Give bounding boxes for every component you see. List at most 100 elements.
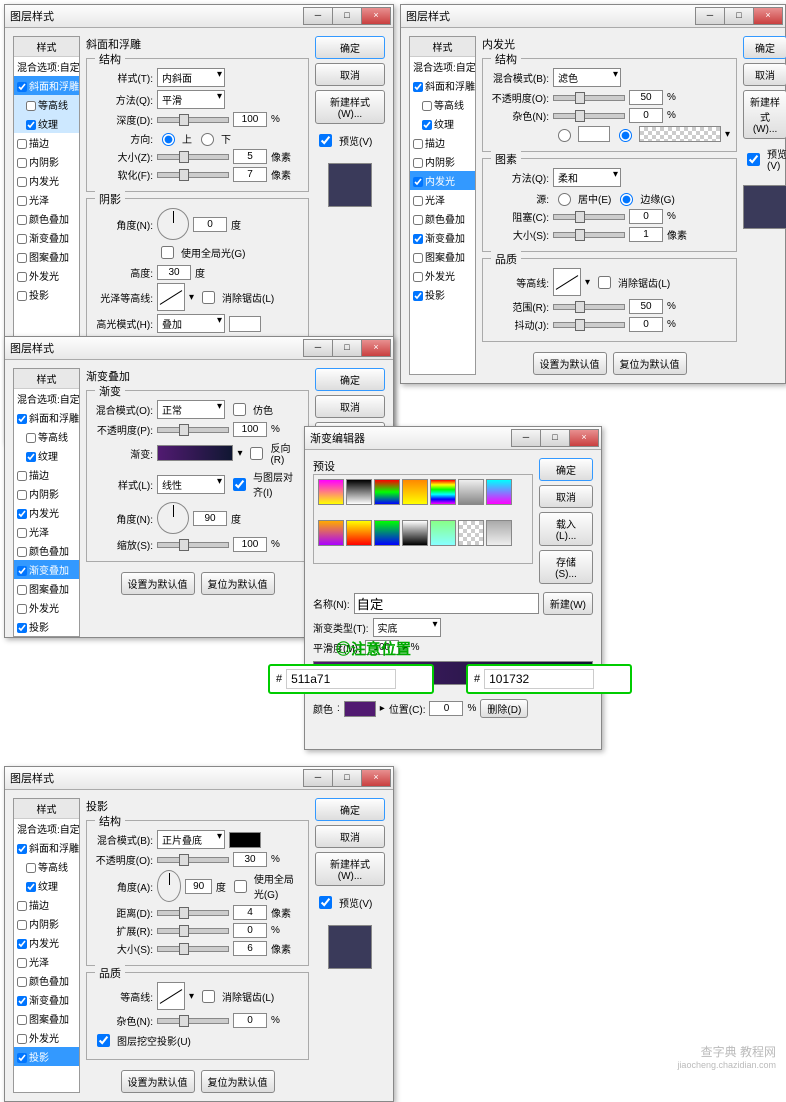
min-btn[interactable]: ─	[511, 429, 541, 447]
altitude-input[interactable]: 30	[157, 265, 191, 280]
color-radio[interactable]	[558, 129, 571, 142]
opacity-slider[interactable]	[157, 427, 229, 433]
antialias-check[interactable]	[202, 291, 215, 304]
titlebar[interactable]: 渐变编辑器 ─□×	[305, 427, 601, 450]
max-btn[interactable]: □	[724, 7, 754, 25]
gradtype-select[interactable]: 实底	[373, 618, 441, 637]
src-center-radio[interactable]	[558, 193, 571, 206]
blend-select[interactable]: 正常	[157, 400, 225, 419]
max-btn[interactable]: □	[332, 339, 362, 357]
newstyle-button[interactable]: 新建样式(W)...	[315, 852, 385, 886]
gradstyle-select[interactable]: 线性	[157, 475, 225, 494]
jitter-input[interactable]: 0	[629, 317, 663, 332]
range-input[interactable]: 50	[629, 299, 663, 314]
technique-select[interactable]: 柔和	[553, 168, 621, 187]
styles-list[interactable]: 样式 混合选项:自定 斜面和浮雕 等高线 纹理 描边 内阴影 内发光 光泽 颜色…	[409, 36, 476, 375]
angle-dial[interactable]	[157, 208, 189, 240]
gradient-picker[interactable]	[157, 445, 233, 461]
stop-pos-input[interactable]: 0	[429, 701, 463, 716]
spread-input[interactable]: 0	[233, 923, 267, 938]
ge-new-button[interactable]: 新建(W)	[543, 592, 593, 615]
opacity-input[interactable]: 30	[233, 852, 267, 867]
jitter-slider[interactable]	[553, 322, 625, 328]
range-slider[interactable]	[553, 304, 625, 310]
color1-input[interactable]	[286, 669, 396, 689]
styles-list[interactable]: 样式 混合选项:自定 斜面和浮雕 等高线 纹理 描边 内阴影 内发光 光泽 颜色…	[13, 368, 80, 637]
size-slider[interactable]	[553, 232, 625, 238]
aa-check[interactable]	[598, 276, 611, 289]
choke-slider[interactable]	[553, 214, 625, 220]
ge-ok-button[interactable]: 确定	[539, 458, 593, 481]
highlight-color[interactable]	[229, 316, 261, 332]
cancel-button[interactable]: 取消	[315, 63, 385, 86]
global-light-check[interactable]	[161, 246, 174, 259]
style-select[interactable]: 内斜面	[157, 68, 225, 87]
align-check[interactable]	[233, 478, 246, 491]
gradient-radio[interactable]	[619, 129, 632, 142]
reset-default-button[interactable]: 复位为默认值	[613, 352, 687, 375]
close-btn[interactable]: ×	[361, 339, 391, 357]
ok-button[interactable]: 确定	[315, 36, 385, 59]
max-btn[interactable]: □	[332, 7, 362, 25]
contour-picker[interactable]	[553, 268, 581, 296]
size-input[interactable]: 1	[629, 227, 663, 242]
make-default-button[interactable]: 设置为默认值	[121, 1070, 195, 1093]
ge-save-button[interactable]: 存储(S)...	[539, 550, 593, 584]
angle-dial[interactable]	[157, 870, 181, 902]
choke-input[interactable]: 0	[629, 209, 663, 224]
depth-slider[interactable]	[157, 117, 229, 123]
reset-default-button[interactable]: 复位为默认值	[201, 1070, 275, 1093]
delete-stop-button[interactable]: 删除(D)	[480, 699, 528, 718]
distance-input[interactable]: 4	[233, 905, 267, 920]
noise-input[interactable]: 0	[629, 108, 663, 123]
dither-check[interactable]	[233, 403, 246, 416]
scale-input[interactable]: 100	[233, 537, 267, 552]
opacity-slider[interactable]	[157, 857, 229, 863]
aa-check[interactable]	[202, 990, 215, 1003]
titlebar[interactable]: 图层样式 ─□×	[5, 767, 393, 790]
color-swatch[interactable]	[578, 126, 610, 142]
color2-input[interactable]	[484, 669, 594, 689]
shadow-color[interactable]	[229, 832, 261, 848]
angle-input[interactable]: 90	[185, 879, 211, 894]
ge-load-button[interactable]: 载入(L)...	[539, 512, 593, 546]
dir-up-radio[interactable]	[162, 133, 175, 146]
ge-cancel-button[interactable]: 取消	[539, 485, 593, 508]
reverse-check[interactable]	[250, 447, 263, 460]
min-btn[interactable]: ─	[303, 339, 333, 357]
gloss-contour[interactable]	[157, 283, 185, 311]
angle-input[interactable]: 0	[193, 217, 227, 232]
cancel-button[interactable]: 取消	[315, 395, 385, 418]
noise-input[interactable]: 0	[233, 1013, 267, 1028]
cancel-button[interactable]: 取消	[743, 63, 786, 86]
close-btn[interactable]: ×	[361, 769, 391, 787]
global-light-check[interactable]	[234, 880, 247, 893]
max-btn[interactable]: □	[540, 429, 570, 447]
newstyle-button[interactable]: 新建样式(W)...	[743, 90, 786, 139]
soften-slider[interactable]	[157, 172, 229, 178]
gradient-name-input[interactable]	[354, 593, 539, 614]
min-btn[interactable]: ─	[695, 7, 725, 25]
make-default-button[interactable]: 设置为默认值	[121, 572, 195, 595]
contour-picker[interactable]	[157, 982, 185, 1010]
size-input[interactable]: 6	[233, 941, 267, 956]
depth-input[interactable]: 100	[233, 112, 267, 127]
opacity-input[interactable]: 50	[629, 90, 663, 105]
ok-button[interactable]: 确定	[315, 798, 385, 821]
max-btn[interactable]: □	[332, 769, 362, 787]
close-btn[interactable]: ×	[753, 7, 783, 25]
noise-slider[interactable]	[157, 1018, 229, 1024]
soften-input[interactable]: 7	[233, 167, 267, 182]
titlebar[interactable]: 图层样式 ─□×	[401, 5, 785, 28]
noise-slider[interactable]	[553, 113, 625, 119]
reset-default-button[interactable]: 复位为默认值	[201, 572, 275, 595]
angle-dial[interactable]	[157, 502, 189, 534]
close-btn[interactable]: ×	[569, 429, 599, 447]
distance-slider[interactable]	[157, 910, 229, 916]
titlebar[interactable]: 图层样式 ─□×	[5, 5, 393, 28]
ok-button[interactable]: 确定	[743, 36, 786, 59]
opacity-slider[interactable]	[553, 95, 625, 101]
close-btn[interactable]: ×	[361, 7, 391, 25]
min-btn[interactable]: ─	[303, 7, 333, 25]
technique-select[interactable]: 平滑	[157, 90, 225, 109]
